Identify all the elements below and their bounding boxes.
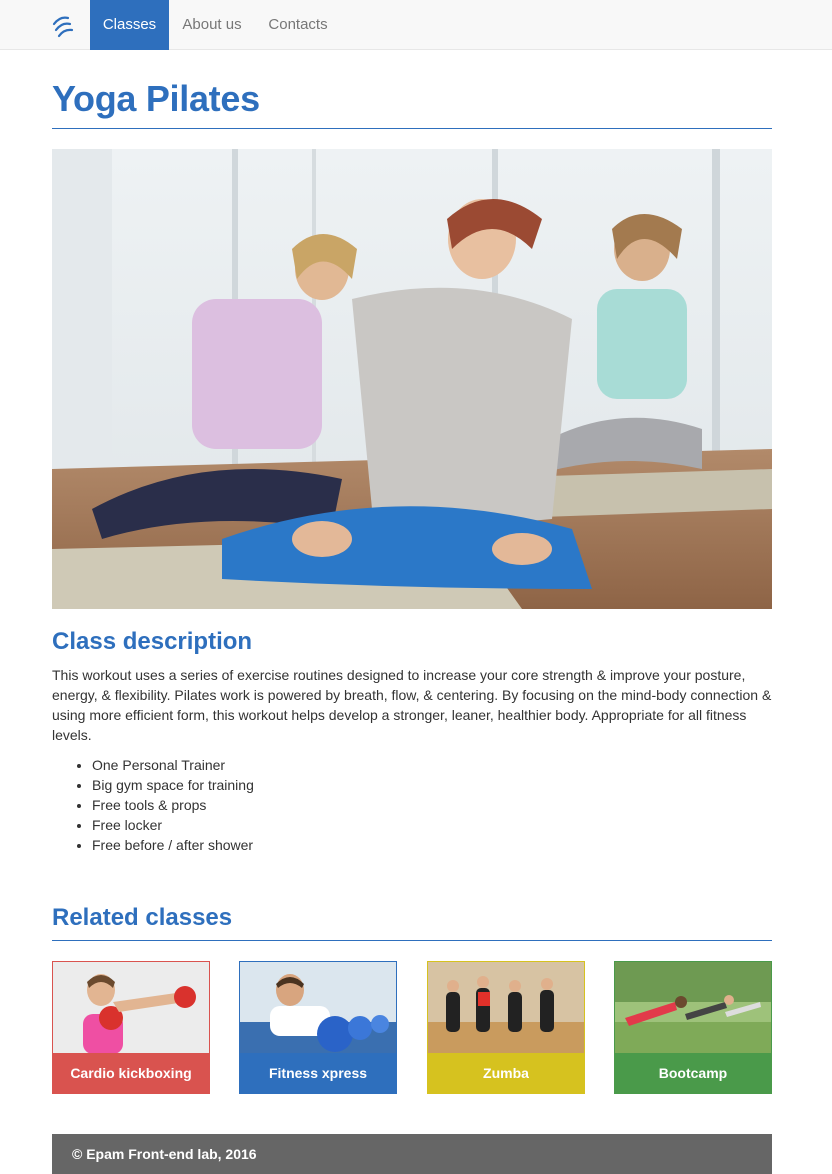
related-card-zumba[interactable]: Zumba <box>427 961 585 1094</box>
related-divider <box>52 940 772 941</box>
class-description-heading: Class description <box>52 628 253 655</box>
top-navbar: Classes About us Contacts <box>0 0 832 50</box>
feature-item: Free tools & props <box>92 795 254 815</box>
related-classes-heading: Related classes <box>52 904 233 931</box>
related-card-bootcamp[interactable]: Bootcamp <box>614 961 772 1094</box>
tab-about-us[interactable]: About us <box>169 0 255 50</box>
page-title: Yoga Pilates <box>52 78 260 119</box>
card-thumbnail <box>428 962 584 1054</box>
card-label: Cardio kickboxing <box>53 1053 209 1093</box>
related-card-cardio-kickboxing[interactable]: Cardio kickboxing <box>52 961 210 1094</box>
related-card-fitness-xpress[interactable]: Fitness xpress <box>239 961 397 1094</box>
card-thumbnail <box>240 962 396 1054</box>
tab-contacts[interactable]: Contacts <box>255 0 341 50</box>
card-thumbnail <box>53 962 209 1054</box>
class-description-text: This workout uses a series of exercise r… <box>52 667 772 743</box>
card-label: Fitness xpress <box>240 1053 396 1093</box>
feature-item: One Personal Trainer <box>92 755 254 775</box>
feature-item: Free locker <box>92 815 254 835</box>
hero-image <box>52 149 772 609</box>
swirl-logo-icon[interactable] <box>50 12 76 38</box>
feature-item: Free before / after shower <box>92 835 254 855</box>
tab-classes[interactable]: Classes <box>90 0 169 50</box>
card-thumbnail <box>615 962 771 1054</box>
title-divider <box>52 128 772 129</box>
footer: © Epam Front-end lab, 2016 <box>52 1134 772 1174</box>
card-label: Zumba <box>428 1053 584 1093</box>
features-list: One Personal Trainer Big gym space for t… <box>52 755 254 855</box>
feature-item: Big gym space for training <box>92 775 254 795</box>
card-label: Bootcamp <box>615 1053 771 1093</box>
